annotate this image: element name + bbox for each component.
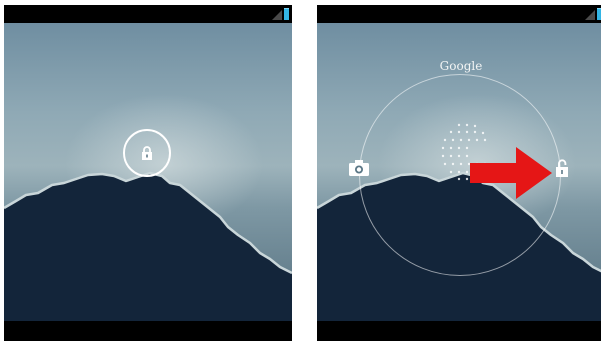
camera-icon[interactable] [349, 160, 369, 176]
lockscreen-unlocking: Google [317, 5, 601, 341]
status-bar [4, 5, 292, 23]
lock-handle[interactable] [123, 129, 171, 177]
navigation-bar [317, 321, 601, 341]
red-arrow-right-icon [470, 147, 552, 199]
lockscreen-locked [4, 5, 292, 341]
signal-icon [585, 10, 595, 20]
signal-icon [272, 10, 282, 20]
google-search-target[interactable]: Google [417, 59, 505, 73]
battery-icon [597, 8, 601, 20]
status-bar [317, 5, 601, 23]
battery-icon [284, 8, 289, 20]
navigation-bar [4, 321, 292, 341]
lock-closed-icon [142, 146, 152, 160]
lock-open-icon[interactable] [555, 159, 569, 177]
